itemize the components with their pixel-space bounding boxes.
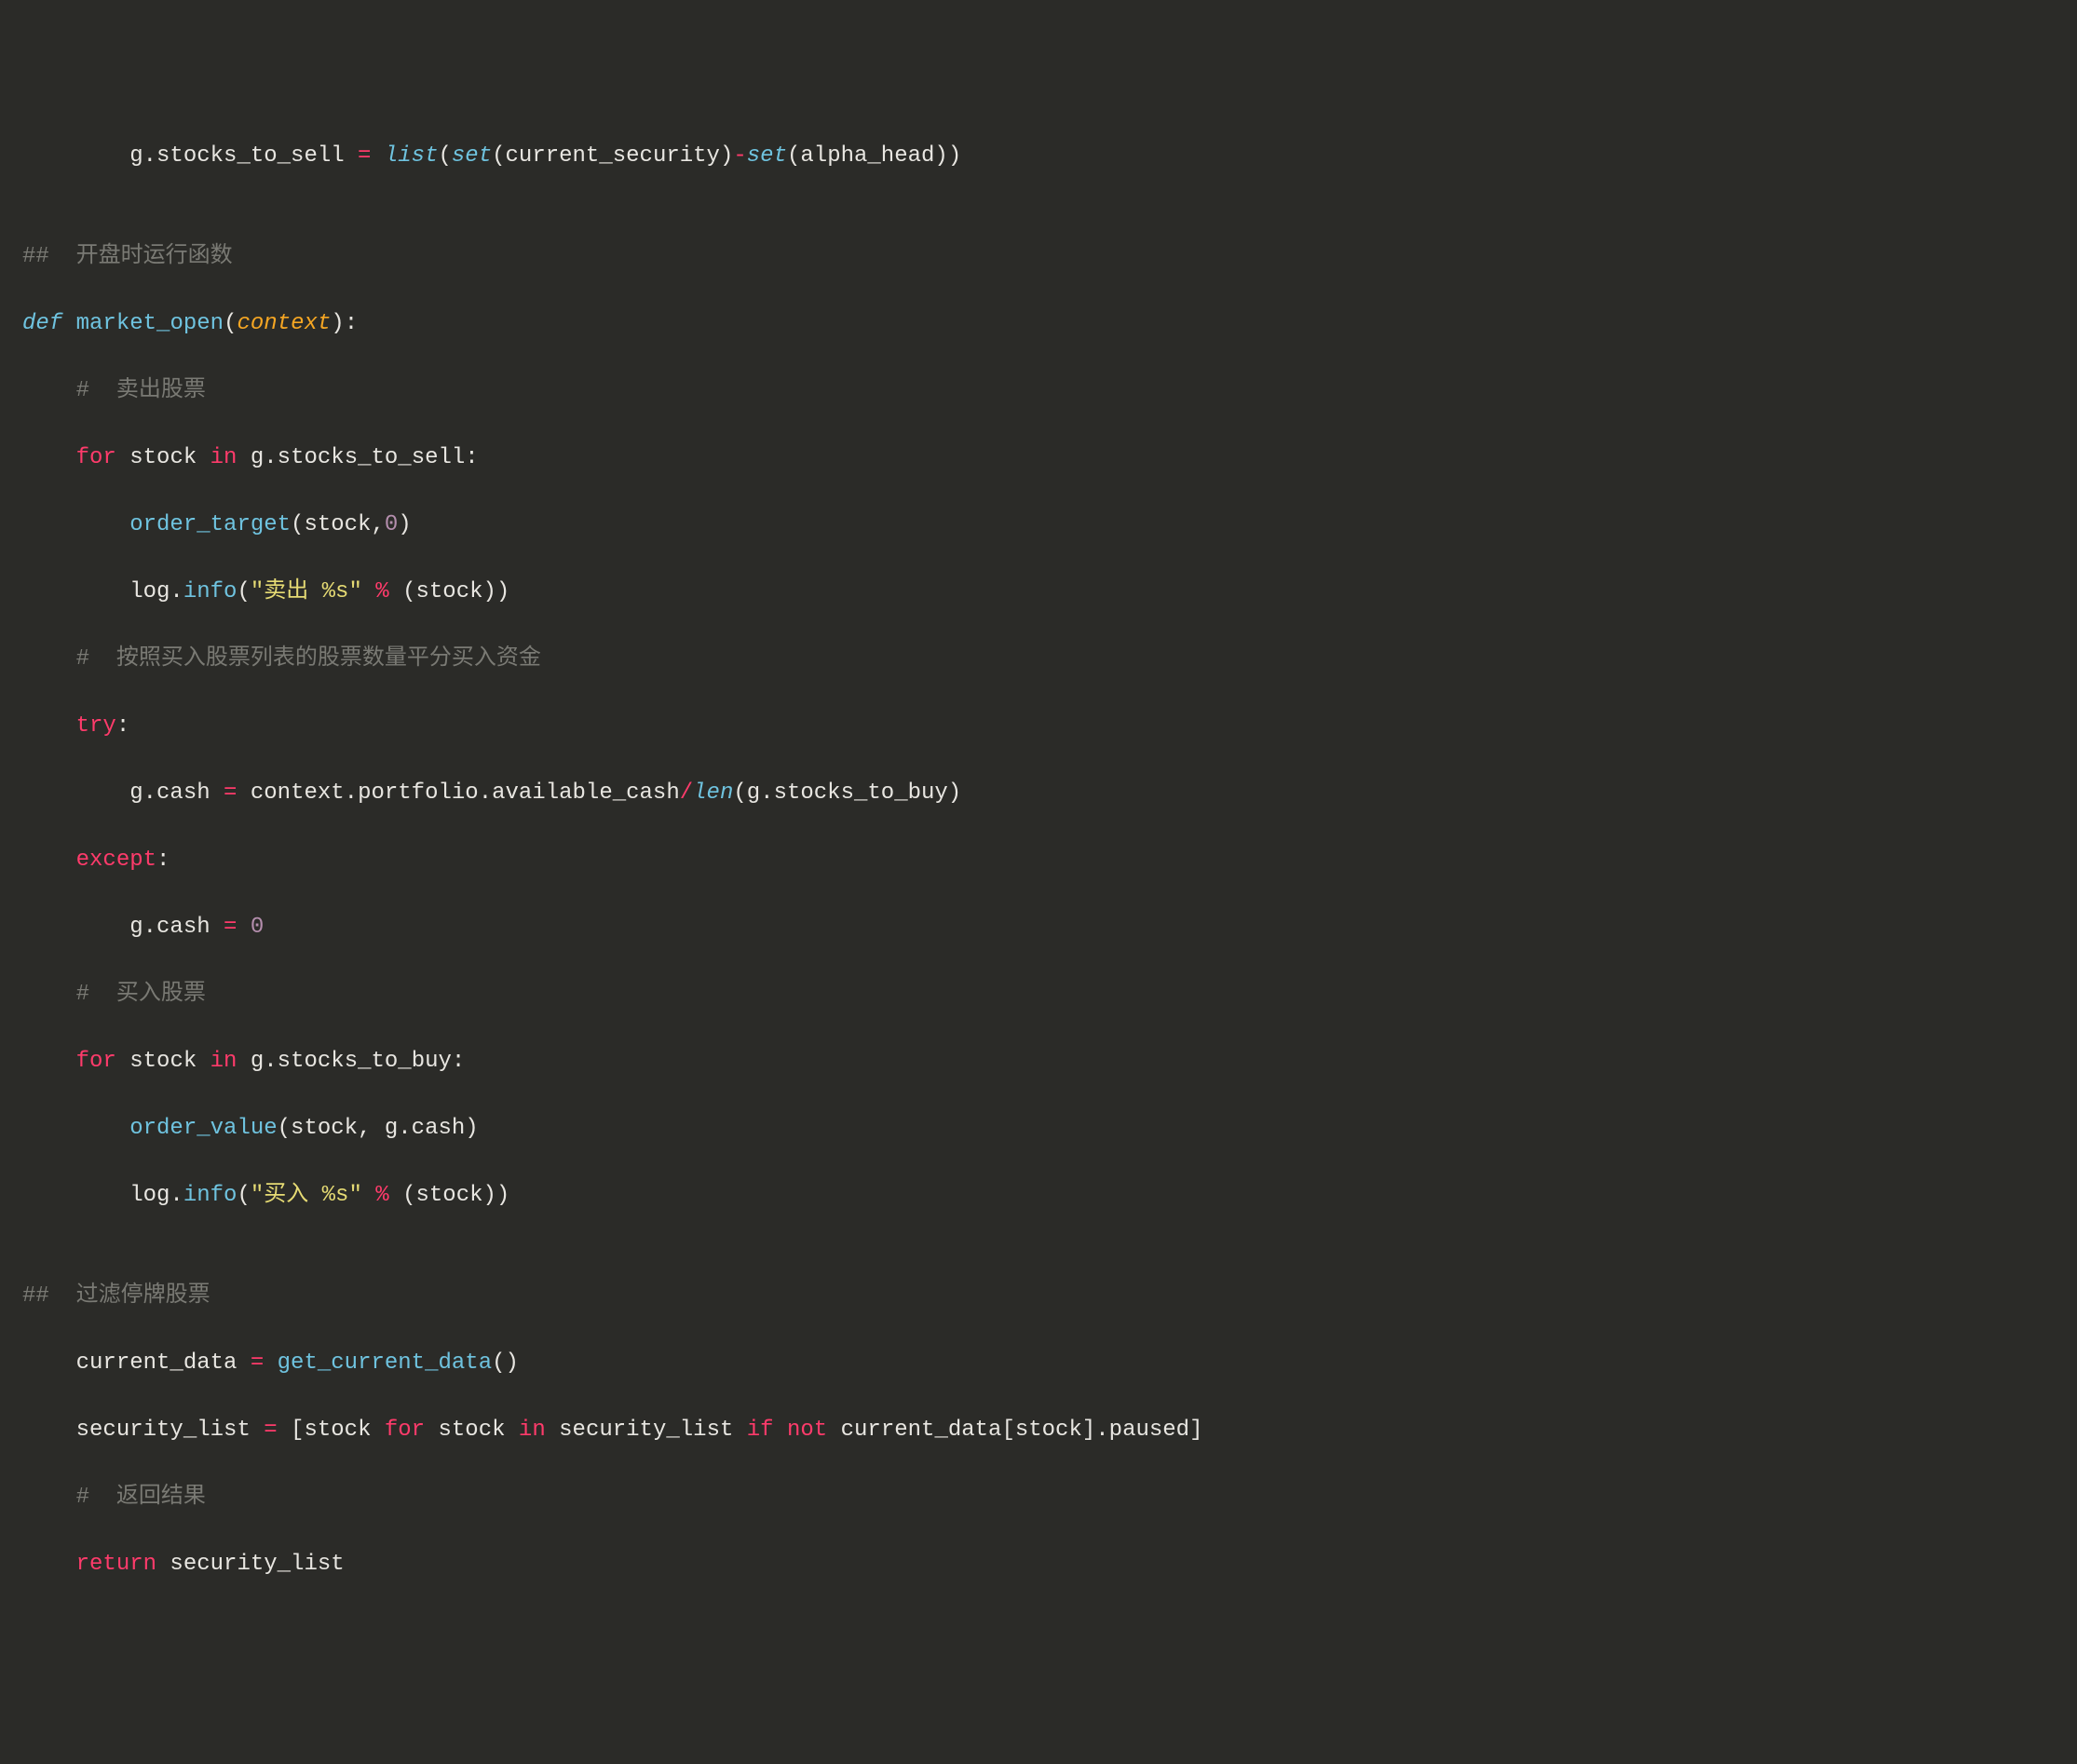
code-line: # 返回结果 <box>22 1481 2077 1514</box>
code-line: ## 过滤停牌股票 <box>22 1280 2077 1313</box>
code-line: return security_list <box>22 1548 2077 1581</box>
code-line: log.info("买入 %s" % (stock)) <box>22 1179 2077 1213</box>
code-line: # 买入股票 <box>22 978 2077 1011</box>
code-line: def market_open(context): <box>22 307 2077 341</box>
code-line: for stock in g.stocks_to_sell: <box>22 441 2077 475</box>
code-line: g.cash = 0 <box>22 911 2077 944</box>
code-line: g.cash = context.portfolio.available_cas… <box>22 777 2077 810</box>
code-line: current_data = get_current_data() <box>22 1347 2077 1380</box>
code-line: order_target(stock,0) <box>22 509 2077 542</box>
code-line: g.stocks_to_sell = list(set(current_secu… <box>22 140 2077 173</box>
code-line: try: <box>22 710 2077 743</box>
code-line: log.info("卖出 %s" % (stock)) <box>22 576 2077 609</box>
code-line: # 卖出股票 <box>22 374 2077 408</box>
code-editor[interactable]: g.stocks_to_sell = list(set(current_secu… <box>22 140 2077 1581</box>
code-line: # 按照买入股票列表的股票数量平分买入资金 <box>22 643 2077 676</box>
code-line: for stock in g.stocks_to_buy: <box>22 1045 2077 1079</box>
code-line: except: <box>22 844 2077 877</box>
code-line: order_value(stock, g.cash) <box>22 1112 2077 1146</box>
code-line: security_list = [stock for stock in secu… <box>22 1414 2077 1447</box>
code-line: ## 开盘时运行函数 <box>22 240 2077 274</box>
